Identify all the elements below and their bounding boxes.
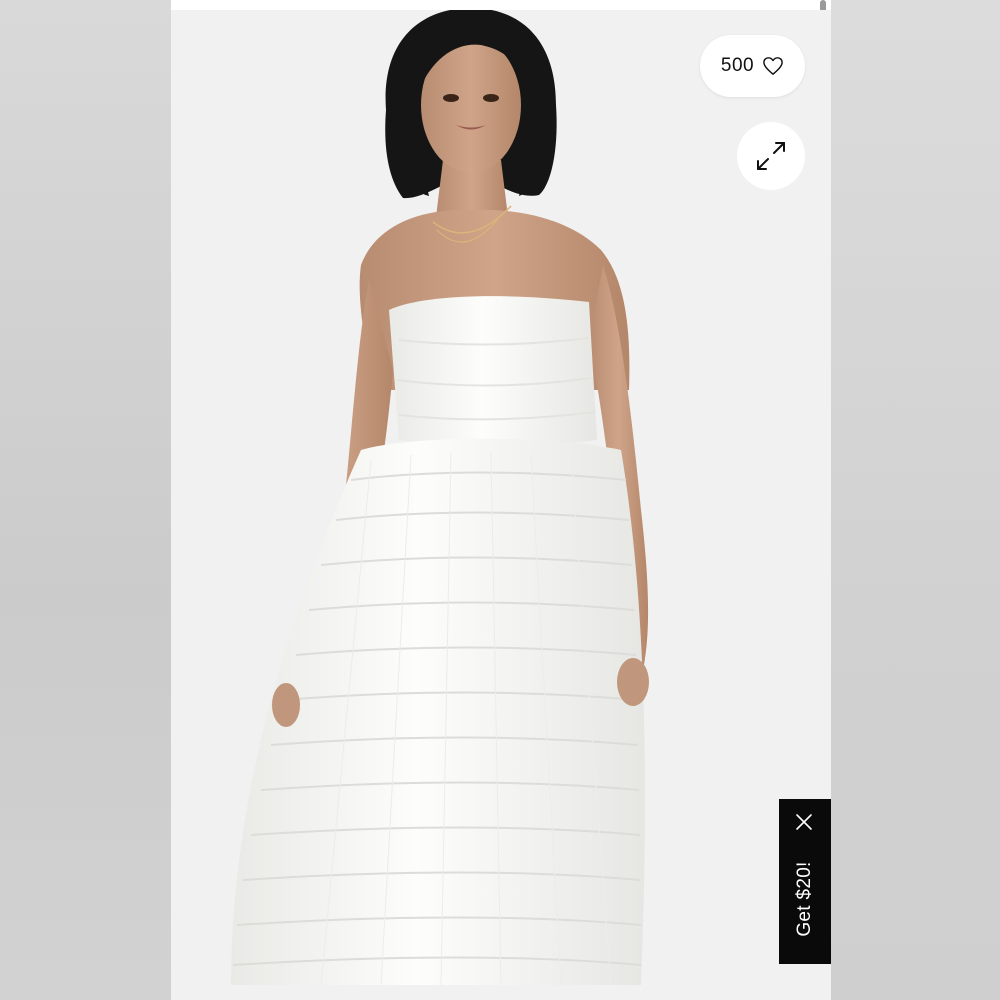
wishlist-count: 500 [720,55,755,76]
dress-bodice [389,296,597,446]
product-image-viewer: 500 [171,0,831,1000]
promo-label[interactable]: Get $20! [794,861,816,936]
close-icon[interactable] [793,811,815,833]
fullscreen-button[interactable] [737,122,805,190]
expand-icon [757,142,785,170]
wishlist-button[interactable]: 500 [700,35,805,97]
left-blurred-backdrop [0,0,171,1000]
top-strip [171,0,831,10]
heart-icon [763,57,783,75]
right-blurred-backdrop [831,0,1000,1000]
promo-tab[interactable]: Get $20! [779,799,831,964]
product-photo [171,10,831,1000]
